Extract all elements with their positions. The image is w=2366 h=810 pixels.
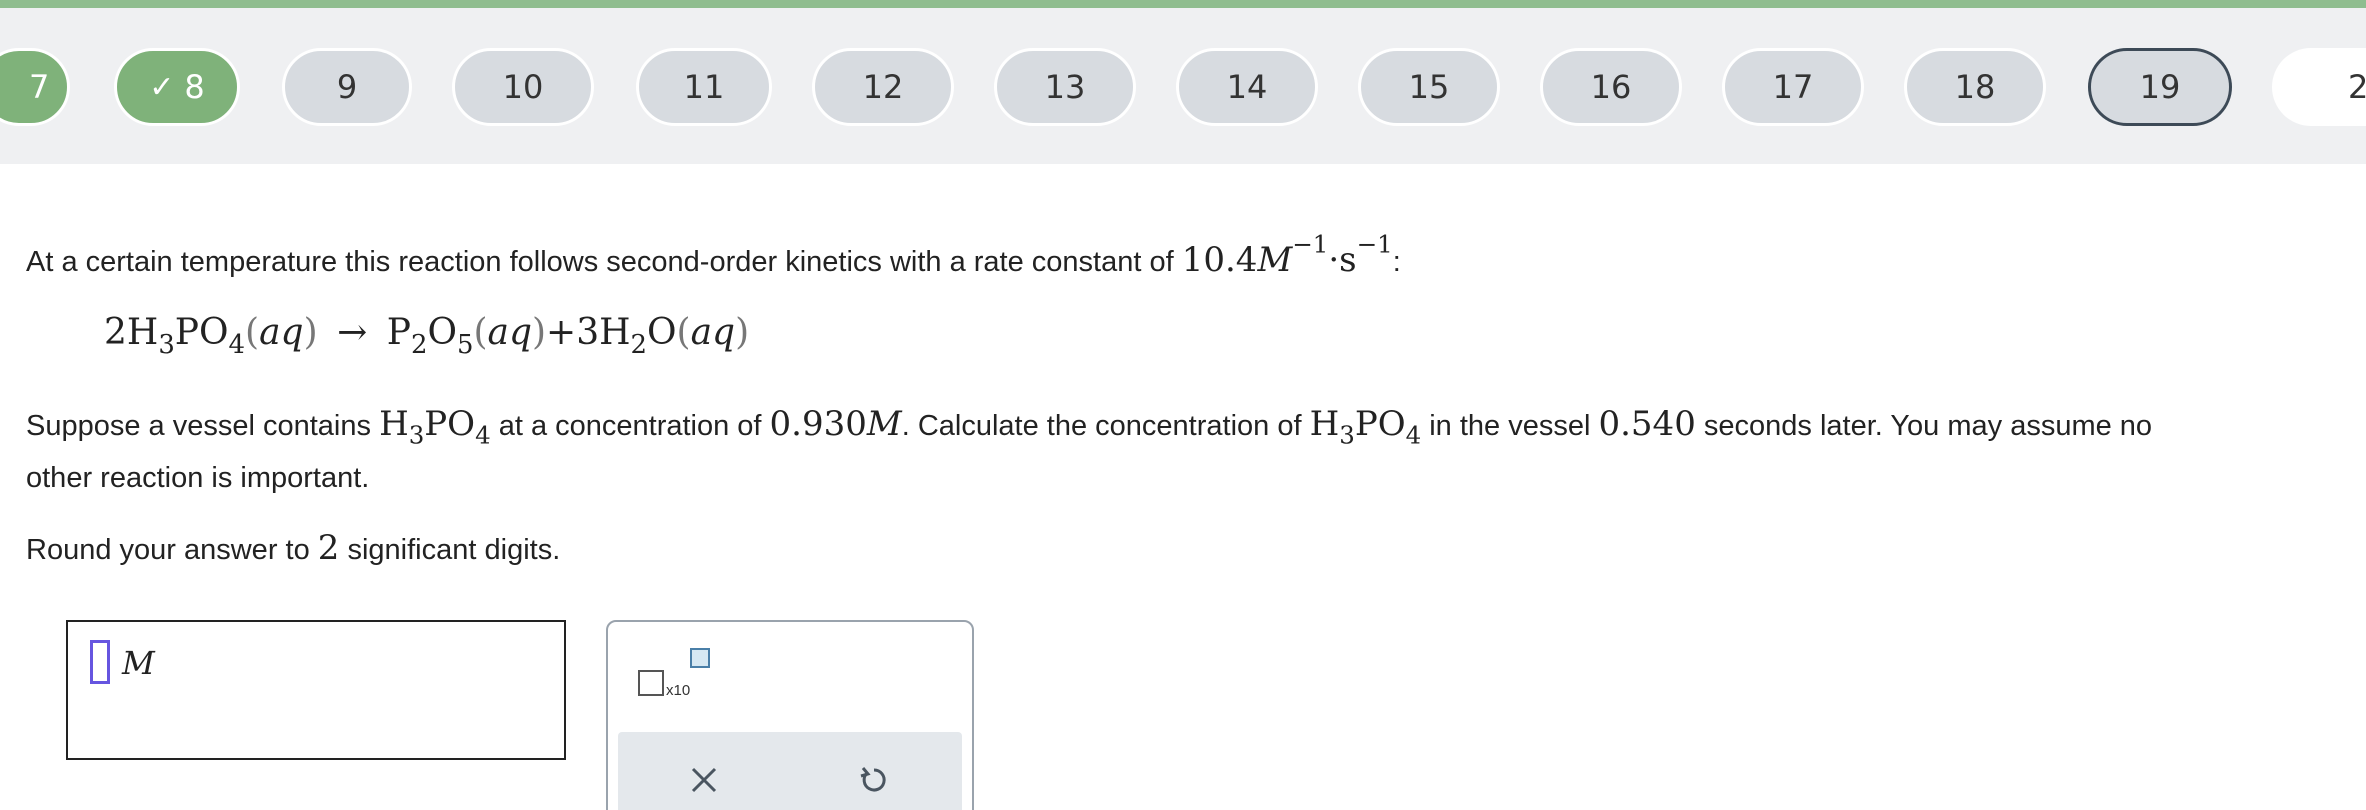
species-sub-3: 3 — [1339, 420, 1355, 450]
question-15-button[interactable]: 15 — [1358, 48, 1500, 126]
question-paragraph-line-2: other reaction is important. — [26, 462, 370, 494]
product1-p: P — [386, 312, 411, 353]
question-19-label: 19 — [2139, 68, 2181, 106]
undo-button[interactable] — [844, 750, 904, 810]
clear-button[interactable] — [674, 750, 734, 810]
top-progress-strip — [0, 0, 2366, 8]
plus-sign: + — [546, 312, 577, 353]
rate-exponent-1: −1 — [1292, 229, 1329, 259]
question-17-button[interactable]: 17 — [1722, 48, 1864, 126]
question-8-button[interactable]: ✓ 8 — [114, 48, 240, 126]
question-11-button[interactable]: 11 — [636, 48, 772, 126]
reactant-sub-3: 3 — [158, 330, 175, 361]
product1-o: O — [427, 312, 457, 353]
para-text-3: . Calculate the concentration of — [901, 410, 1310, 442]
question-18-label: 18 — [1954, 68, 1996, 106]
rate-unit-molarity: M — [1257, 240, 1293, 280]
round-digits: 2 — [317, 528, 340, 568]
exponent-box-icon — [690, 648, 710, 668]
coefficient-2: 2 — [104, 312, 127, 353]
mantissa-box-icon — [638, 670, 664, 696]
tool-action-bar — [618, 732, 962, 810]
intro-text: At a certain temperature this reaction f… — [26, 246, 1182, 278]
rate-value: 10.4 — [1181, 240, 1258, 280]
concentration-value: 0.930M — [770, 404, 902, 444]
species-sub-3: 3 — [408, 420, 425, 450]
question-14-label: 14 — [1226, 68, 1268, 106]
reaction-arrow: → — [337, 312, 368, 353]
species-2: H3PO4 — [1309, 404, 1422, 447]
undo-icon — [860, 767, 886, 792]
x10-label: x10 — [666, 682, 691, 699]
species-sub-4: 4 — [475, 420, 491, 450]
product1-sub-5: 5 — [456, 330, 474, 361]
question-12-label: 12 — [862, 68, 904, 106]
reactant-po: PO — [174, 312, 229, 353]
para-text-2: at a concentration of — [490, 410, 770, 442]
para-text-5: seconds later. You may assume no — [1695, 410, 2153, 442]
reaction-equation: 2H3PO4(aq) → P2O5(aq)+3H2O(aq) — [104, 312, 750, 361]
rounding-instruction: Round your answer to 2 significant digit… — [26, 528, 560, 568]
question-20-label: 2 — [2348, 68, 2366, 106]
question-8-label: 8 — [184, 68, 205, 106]
reactant-h: H — [126, 312, 159, 353]
species-h: H — [379, 404, 409, 444]
rate-constant: 10.4M−1·s−1 — [1181, 232, 1393, 280]
product1-sub-2: 2 — [410, 330, 428, 361]
question-9-label: 9 — [336, 68, 358, 106]
conc-number: 0.930 — [769, 404, 867, 444]
scientific-notation-button[interactable]: x10 — [638, 648, 718, 699]
product2-state: aq — [690, 312, 736, 353]
rate-colon: : — [1392, 246, 1401, 278]
round-text-2: significant digits. — [339, 534, 561, 566]
para-text-4: in the vessel — [1421, 410, 1599, 442]
question-10-button[interactable]: 10 — [452, 48, 594, 126]
question-9-button[interactable]: 9 — [282, 48, 412, 126]
question-7-label: 7 — [29, 68, 50, 106]
rate-constant-sentence: At a certain temperature this reaction f… — [26, 232, 1401, 280]
product2-o: O — [647, 312, 677, 353]
conc-unit: M — [866, 404, 902, 444]
product2-h: H — [599, 312, 631, 353]
product2-sub-2: 2 — [630, 330, 648, 361]
question-17-label: 17 — [1772, 68, 1814, 106]
question-10-label: 10 — [502, 68, 544, 106]
question-7-button[interactable]: 7 — [0, 48, 70, 126]
question-13-label: 13 — [1044, 68, 1086, 106]
species-1: H3PO4 — [379, 404, 491, 447]
question-16-button[interactable]: 16 — [1540, 48, 1682, 126]
species-sub-4: 4 — [1405, 420, 1422, 450]
question-16-label: 16 — [1590, 68, 1632, 106]
round-text-1: Round your answer to — [26, 534, 318, 566]
reactant-state: aq — [259, 312, 304, 353]
time-value: 0.540 — [1598, 404, 1696, 444]
checkmark-icon: ✓ — [149, 69, 175, 105]
question-18-button[interactable]: 18 — [1904, 48, 2046, 126]
question-15-label: 15 — [1408, 68, 1450, 106]
question-13-button[interactable]: 13 — [994, 48, 1136, 126]
rate-dot: · — [1328, 240, 1340, 280]
species-h: H — [1309, 404, 1340, 444]
species-po: PO — [424, 404, 476, 444]
question-14-button[interactable]: 14 — [1176, 48, 1318, 126]
close-icon — [691, 767, 717, 793]
para-text-1: Suppose a vessel contains — [26, 410, 380, 442]
question-11-label: 11 — [683, 68, 725, 106]
rate-unit-seconds: s — [1339, 240, 1357, 280]
question-20-button[interactable]: 2 — [2272, 48, 2366, 126]
question-12-button[interactable]: 12 — [812, 48, 954, 126]
product1-state: aq — [487, 312, 532, 353]
rate-exponent-2: −1 — [1356, 229, 1393, 259]
reactant-sub-4: 4 — [228, 330, 246, 361]
question-paragraph-line-1: Suppose a vessel contains H3PO4 at a con… — [26, 404, 2153, 447]
coefficient-3: 3 — [576, 312, 600, 353]
question-19-button[interactable]: 19 — [2088, 48, 2232, 126]
math-tool-panel: x10 — [606, 620, 974, 810]
species-po: PO — [1354, 404, 1406, 444]
question-navigation: 7 ✓ 8 9 10 11 12 13 14 15 16 17 18 19 2 — [0, 8, 2366, 164]
answer-input[interactable]: M — [66, 620, 566, 760]
input-cursor-placeholder[interactable] — [90, 640, 110, 684]
answer-unit: M — [122, 644, 155, 682]
